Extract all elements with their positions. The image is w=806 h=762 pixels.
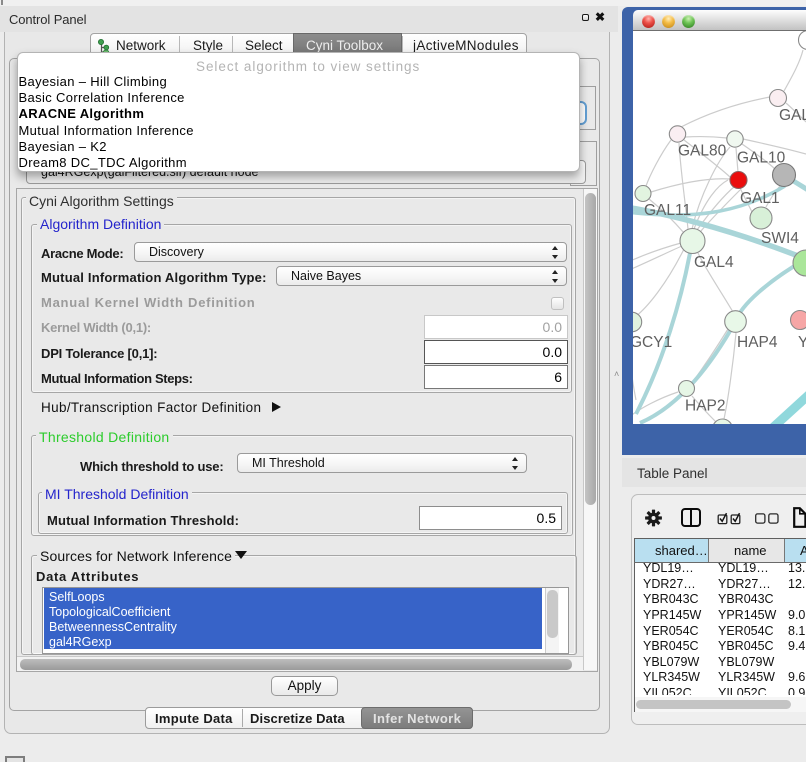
svg-text:HAP2: HAP2: [685, 398, 726, 415]
svg-text:GAL11: GAL11: [644, 202, 691, 219]
svg-text:GAL4: GAL4: [694, 254, 734, 271]
svg-text:GCY1: GCY1: [633, 334, 672, 351]
svg-text:GAL10: GAL10: [737, 150, 786, 167]
svg-text:GAL7: GAL7: [779, 107, 806, 124]
svg-text:HAP4: HAP4: [737, 334, 778, 351]
svg-text:GAL80: GAL80: [678, 143, 727, 160]
svg-text:YG: YG: [798, 334, 806, 351]
svg-text:GAL1: GAL1: [740, 190, 780, 207]
svg-text:SWI4: SWI4: [761, 230, 799, 247]
